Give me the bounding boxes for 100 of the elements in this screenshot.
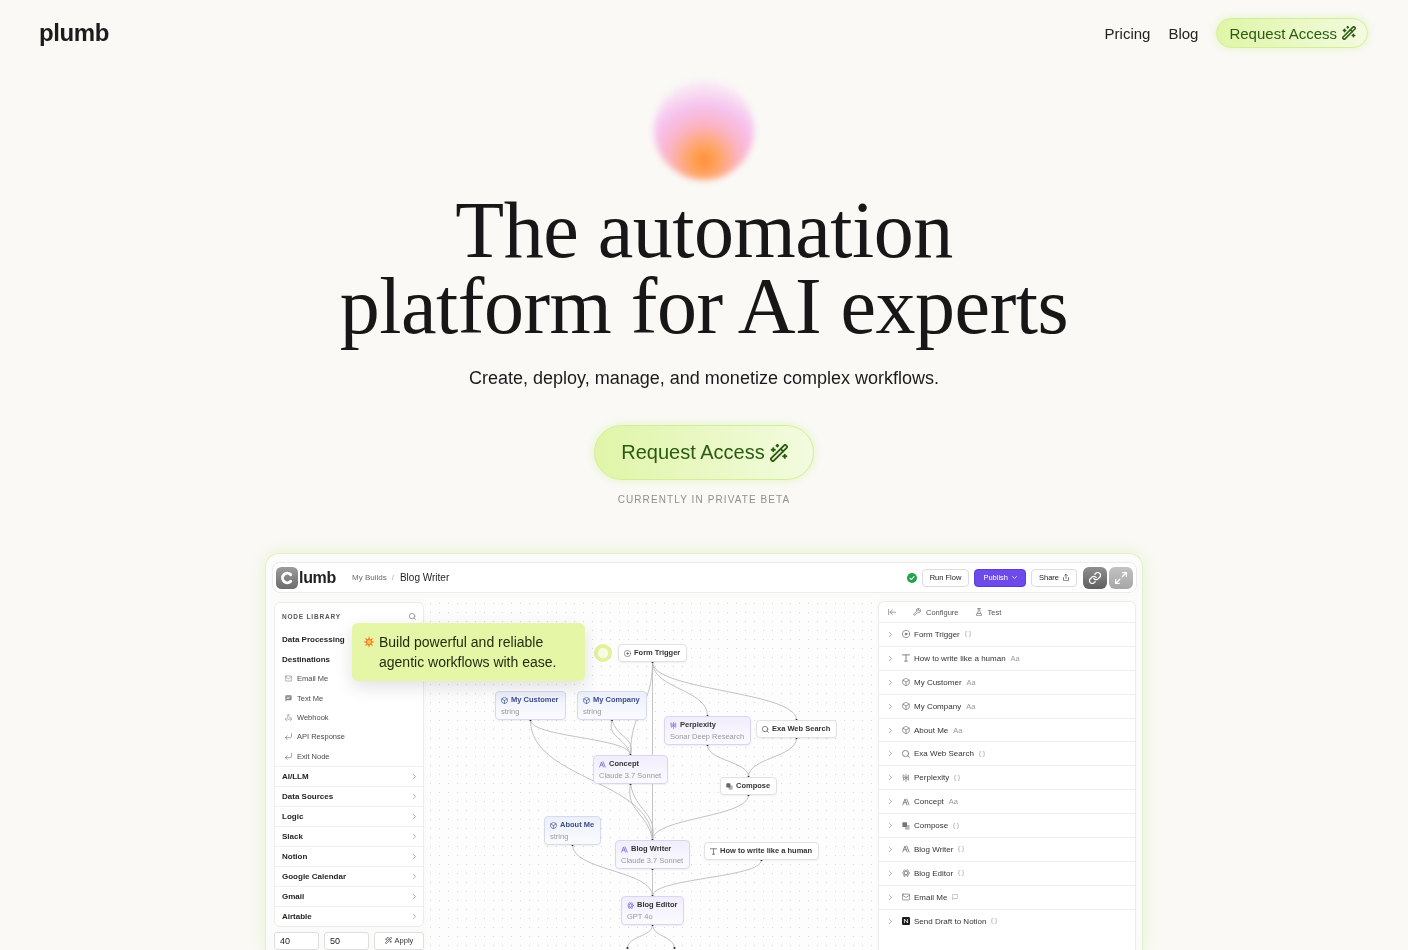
- app-logo-text: lumb: [299, 568, 337, 587]
- node-output-item[interactable]: Compose: [914, 821, 949, 831]
- category-label[interactable]: Data Sources: [282, 791, 334, 801]
- letter-t-icon: [902, 654, 910, 663]
- square-logo-icon: [902, 917, 910, 926]
- star-frame-icon: [902, 773, 910, 782]
- node-output-item[interactable]: About Me: [914, 725, 949, 735]
- chevron-right-icon[interactable]: [889, 846, 892, 852]
- circle-dot-icon: [624, 649, 631, 657]
- request-access-button[interactable]: Request Access: [594, 425, 814, 480]
- node-output-item[interactable]: Blog Editor: [914, 868, 954, 878]
- chevron-right-icon: [413, 873, 416, 879]
- cube-icon: [583, 696, 590, 704]
- braces-icon: [964, 631, 971, 638]
- number-field[interactable]: 50: [324, 931, 369, 950]
- node-output-item[interactable]: Form Trigger: [914, 629, 960, 639]
- wand-icon: [769, 443, 788, 462]
- star-frame-icon: [670, 721, 677, 729]
- chevron-right-icon[interactable]: [889, 751, 892, 757]
- number-field[interactable]: 40: [274, 931, 319, 950]
- category-label[interactable]: Gmail: [282, 891, 305, 901]
- chevron-right-icon[interactable]: [889, 727, 892, 733]
- callout-text: Build powerful and reliable agentic workflows with ease.: [379, 633, 558, 672]
- circle-dot-icon: [902, 630, 910, 639]
- link-button[interactable]: [1083, 566, 1107, 589]
- chevron-right-icon[interactable]: [889, 870, 892, 876]
- chevron-right-icon[interactable]: [889, 703, 892, 709]
- wrench-icon: [913, 608, 921, 616]
- node-output-item[interactable]: My Company: [914, 701, 962, 711]
- chevron-right-icon: [413, 813, 416, 819]
- request-access-button[interactable]: Request Access: [1216, 18, 1368, 48]
- nav-link[interactable]: Blog: [1168, 24, 1199, 42]
- flower-knot-icon: [627, 901, 634, 909]
- search-icon: [902, 749, 910, 758]
- burst-icon: [363, 636, 375, 648]
- mail-icon: [902, 893, 910, 902]
- link-icon: [1089, 571, 1101, 584]
- category-label[interactable]: Airtable: [282, 911, 312, 921]
- message-icon: [952, 894, 959, 901]
- category-label[interactable]: AI/LLM: [282, 771, 309, 781]
- node-output-item[interactable]: Exa Web Search: [914, 749, 974, 759]
- chevron-right-icon: [413, 853, 416, 859]
- mail-icon: [285, 675, 292, 683]
- arrow-to-bar-icon[interactable]: [888, 608, 896, 616]
- a-slash-logo-icon: [621, 845, 628, 853]
- expand-icon: [1115, 571, 1127, 584]
- cube-icon: [902, 678, 910, 687]
- chevron-right-icon: [413, 913, 416, 919]
- category-label[interactable]: Logic: [282, 811, 304, 821]
- stacked-squares-icon: [902, 821, 910, 830]
- chevron-right-icon[interactable]: [889, 631, 892, 637]
- return-arrow-icon: [285, 733, 292, 741]
- chevron-right-icon: [413, 793, 416, 799]
- beta-note: CURRENTLY IN PRIVATE BETA: [617, 494, 791, 506]
- category-label[interactable]: Slack: [282, 831, 303, 841]
- chevron-right-icon: [413, 833, 416, 839]
- category-label[interactable]: Notion: [282, 851, 308, 861]
- chevron-right-icon[interactable]: [889, 679, 892, 685]
- chevron-right-icon: [413, 773, 416, 779]
- node-output-item[interactable]: Perplexity: [914, 773, 950, 783]
- letter-t-icon: [710, 847, 717, 855]
- category-label[interactable]: Data Processing: [282, 634, 345, 644]
- wand-icon: [384, 937, 392, 945]
- chevron-right-icon[interactable]: [889, 823, 892, 829]
- webhook-icon: [285, 713, 292, 721]
- app-logo-icon: [276, 566, 298, 589]
- braces-icon: [953, 822, 960, 829]
- a-slash-logo-icon: [902, 845, 910, 854]
- flask-icon: [974, 608, 983, 616]
- category-label[interactable]: Google Calendar: [282, 871, 346, 881]
- search-icon[interactable]: [409, 612, 416, 620]
- node-output-item[interactable]: Send Draft to Notion: [914, 916, 987, 926]
- nav-link[interactable]: Pricing: [1104, 24, 1151, 42]
- chevron-right-icon[interactable]: [889, 894, 892, 900]
- subtitle: Create, deploy, manage, and monetize complex workflows.: [469, 367, 939, 389]
- breadcrumb-link[interactable]: My Builds: [352, 573, 387, 582]
- node-output-item[interactable]: My Customer: [914, 677, 962, 687]
- chevron-right-icon[interactable]: [889, 799, 892, 805]
- braces-icon: [958, 870, 965, 877]
- node-output-item[interactable]: Blog Writer: [914, 844, 954, 854]
- logo[interactable]: plumb: [39, 19, 109, 47]
- node-output-item[interactable]: Concept: [914, 797, 944, 807]
- chevron-right-icon[interactable]: [889, 918, 892, 924]
- chevron-down-icon: [1012, 576, 1017, 579]
- node-output-item[interactable]: Email Me: [914, 892, 948, 902]
- return-arrow-icon: [285, 752, 292, 760]
- flower-knot-icon: [902, 869, 910, 878]
- chevron-right-icon[interactable]: [889, 775, 892, 781]
- wand-icon: [1342, 26, 1356, 40]
- node-output-item[interactable]: How to write like a human: [914, 653, 1006, 663]
- breadcrumb-separator: /: [391, 573, 394, 582]
- category-label[interactable]: Destinations: [282, 654, 330, 664]
- message-icon: [285, 694, 292, 702]
- chevron-right-icon[interactable]: [889, 655, 892, 661]
- headline: The automation platform for AI experts: [338, 186, 1070, 352]
- search-icon: [762, 725, 769, 733]
- cube-icon: [902, 702, 910, 711]
- chevron-right-icon: [413, 893, 416, 899]
- braces-icon: [978, 750, 985, 757]
- cube-icon: [902, 726, 910, 734]
